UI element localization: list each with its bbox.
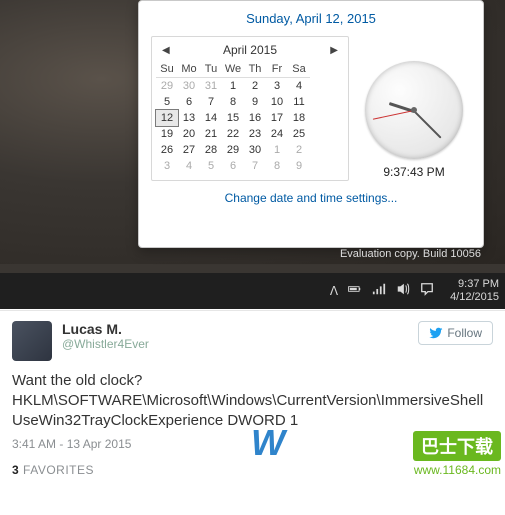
favorites-count: 3: [12, 463, 19, 477]
calendar-day-cell[interactable]: 30: [178, 78, 200, 94]
taskbar-clock[interactable]: 9:37 PM 4/12/2015: [450, 278, 499, 304]
calendar-day-cell[interactable]: 23: [244, 126, 266, 142]
calendar-day-cell[interactable]: 29: [156, 78, 178, 94]
tweet-line-1: Want the old clock?: [12, 371, 493, 391]
calendar-day-header: Mo: [178, 61, 200, 78]
next-month-arrow[interactable]: ▶: [330, 45, 338, 56]
tray-overflow-chevron-icon[interactable]: ᐱ: [330, 284, 338, 298]
calendar-day-cell[interactable]: 9: [288, 158, 310, 174]
calendar-day-cell[interactable]: 15: [222, 110, 244, 126]
notifications-icon[interactable]: [420, 282, 434, 301]
calendar-day-cell[interactable]: 19: [156, 126, 178, 142]
evaluation-watermark: Evaluation copy. Build 10056: [340, 248, 481, 260]
analog-clock-panel: 9:37:43 PM: [357, 36, 471, 181]
calendar-day-header: Su: [156, 61, 178, 78]
calendar-day-header: Sa: [288, 61, 310, 78]
tweet-line-2: HKLM\SOFTWARE\Microsoft\Windows\CurrentV…: [12, 391, 493, 431]
calendar-day-cell[interactable]: 3: [266, 78, 288, 94]
full-date-label: Sunday, April 12, 2015: [151, 11, 471, 26]
tweet-card: Lucas M. @Whistler4Ever Follow Want the …: [0, 310, 505, 487]
calendar-day-cell[interactable]: 14: [200, 110, 222, 126]
calendar-day-cell[interactable]: 6: [222, 158, 244, 174]
favorites-label: FAVORITES: [23, 463, 94, 477]
taskbar: ᐱ 9:37 PM 4/12/2015: [0, 273, 505, 309]
tweet-timestamp[interactable]: 3:41 AM - 13 Apr 2015: [12, 437, 493, 451]
taskbar-date: 4/12/2015: [450, 291, 499, 304]
tweet-author-name[interactable]: Lucas M.: [62, 321, 418, 337]
calendar-day-cell[interactable]: 1: [266, 142, 288, 158]
calendar-nav: ◀ April 2015 ▶: [156, 43, 344, 61]
calendar-day-cell[interactable]: 26: [156, 142, 178, 158]
calendar-day-cell[interactable]: 3: [156, 158, 178, 174]
calendar-day-cell[interactable]: 29: [222, 142, 244, 158]
calendar-day-cell[interactable]: 11: [288, 94, 310, 110]
tweet-identity: Lucas M. @Whistler4Ever: [62, 321, 418, 351]
avatar[interactable]: [12, 321, 52, 361]
calendar-day-cell[interactable]: 8: [266, 158, 288, 174]
calendar-day-cell[interactable]: 9: [244, 94, 266, 110]
calendar-day-cell[interactable]: 30: [244, 142, 266, 158]
calendar-day-cell[interactable]: 2: [288, 142, 310, 158]
digital-time-label: 9:37:43 PM: [383, 165, 444, 179]
calendar-day-cell[interactable]: 6: [178, 94, 200, 110]
desktop-background: Sunday, April 12, 2015 ◀ April 2015 ▶ Su…: [0, 0, 505, 300]
calendar-day-cell[interactable]: 27: [178, 142, 200, 158]
calendar-day-header: Tu: [200, 61, 222, 78]
calendar-day-cell[interactable]: 12: [156, 110, 178, 126]
calendar-day-cell[interactable]: 18: [288, 110, 310, 126]
battery-icon[interactable]: [348, 282, 362, 301]
calendar-day-cell[interactable]: 7: [244, 158, 266, 174]
taskbar-time: 9:37 PM: [450, 278, 499, 291]
calendar-day-cell[interactable]: 22: [222, 126, 244, 142]
calendar-day-cell[interactable]: 4: [178, 158, 200, 174]
month-year-label[interactable]: April 2015: [223, 43, 277, 57]
tweet-favorites: 3 FAVORITES: [12, 463, 493, 477]
network-icon[interactable]: [372, 282, 386, 301]
calendar-day-cell[interactable]: 1: [222, 78, 244, 94]
tweet-header: Lucas M. @Whistler4Ever Follow: [12, 321, 493, 361]
twitter-bird-icon: [429, 326, 443, 340]
change-date-time-link[interactable]: Change date and time settings...: [225, 191, 398, 205]
calendar-day-cell[interactable]: 31: [200, 78, 222, 94]
calendar-day-header: Fr: [266, 61, 288, 78]
calendar-day-cell[interactable]: 8: [222, 94, 244, 110]
calendar-day-cell[interactable]: 5: [200, 158, 222, 174]
calendar-panel: ◀ April 2015 ▶ SuMoTuWeThFrSa29303112345…: [151, 36, 349, 181]
calendar-day-cell[interactable]: 13: [178, 110, 200, 126]
calendar-day-cell[interactable]: 20: [178, 126, 200, 142]
analog-clock: [365, 61, 463, 159]
calendar-day-cell[interactable]: 4: [288, 78, 310, 94]
calendar-grid: SuMoTuWeThFrSa29303112345678910111213141…: [156, 61, 344, 174]
follow-button-label: Follow: [447, 326, 482, 340]
calendar-day-cell[interactable]: 25: [288, 126, 310, 142]
flyout-body: ◀ April 2015 ▶ SuMoTuWeThFrSa29303112345…: [151, 36, 471, 181]
calendar-day-cell[interactable]: 21: [200, 126, 222, 142]
calendar-day-header: We: [222, 61, 244, 78]
calendar-day-cell[interactable]: 16: [244, 110, 266, 126]
prev-month-arrow[interactable]: ◀: [162, 45, 170, 56]
tweet-author-handle[interactable]: @Whistler4Ever: [62, 337, 418, 351]
calendar-day-cell[interactable]: 2: [244, 78, 266, 94]
calendar-day-cell[interactable]: 17: [266, 110, 288, 126]
date-time-flyout: Sunday, April 12, 2015 ◀ April 2015 ▶ Su…: [138, 0, 484, 248]
calendar-day-cell[interactable]: 5: [156, 94, 178, 110]
calendar-day-cell[interactable]: 28: [200, 142, 222, 158]
calendar-day-cell[interactable]: 10: [266, 94, 288, 110]
volume-icon[interactable]: [396, 282, 410, 301]
tweet-body: Want the old clock? HKLM\SOFTWARE\Micros…: [12, 371, 493, 431]
settings-link-row: Change date and time settings...: [151, 189, 471, 207]
calendar-day-cell[interactable]: 24: [266, 126, 288, 142]
system-tray: ᐱ 9:37 PM 4/12/2015: [330, 278, 499, 304]
calendar-day-cell[interactable]: 7: [200, 94, 222, 110]
clock-pin: [411, 107, 417, 113]
calendar-day-header: Th: [244, 61, 266, 78]
follow-button[interactable]: Follow: [418, 321, 493, 345]
